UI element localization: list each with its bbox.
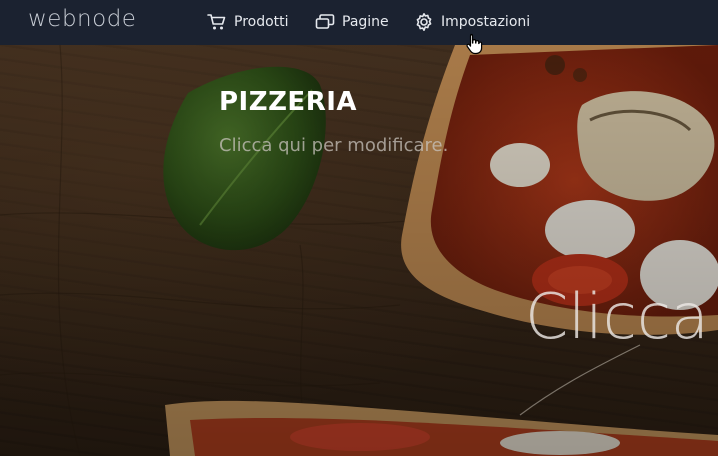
- hero-title[interactable]: PIZZERIA: [219, 87, 357, 117]
- top-bar: webnode Prodotti Pagine Impostazioni: [0, 0, 718, 45]
- nav-impostazioni[interactable]: Impostazioni: [414, 12, 530, 32]
- pages-icon: [315, 14, 335, 29]
- hand-cursor-icon: [466, 33, 483, 55]
- webnode-logo[interactable]: webnode: [28, 6, 136, 32]
- hero-subtitle[interactable]: Clicca qui per modificare.: [219, 135, 448, 156]
- nav-pagine-label: Pagine: [342, 14, 389, 30]
- nav-pagine[interactable]: Pagine: [315, 12, 389, 32]
- cart-icon: [207, 14, 226, 30]
- gear-icon: [416, 13, 432, 31]
- hero-large-text[interactable]: Clicca: [525, 280, 709, 353]
- nav-prodotti[interactable]: Prodotti: [207, 12, 289, 32]
- pizza-background-image: [0, 45, 718, 456]
- nav-impostazioni-label: Impostazioni: [441, 14, 531, 30]
- nav-prodotti-label: Prodotti: [234, 14, 289, 30]
- hero-section[interactable]: PIZZERIA Clicca qui per modificare. Clic…: [0, 45, 718, 456]
